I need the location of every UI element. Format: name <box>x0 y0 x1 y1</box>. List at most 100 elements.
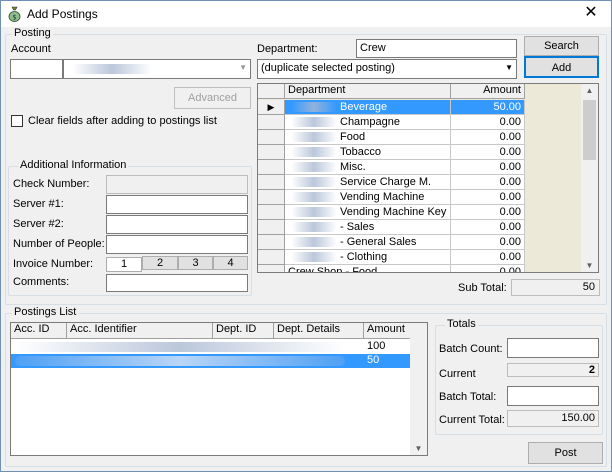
department-label: Department: <box>257 43 318 55</box>
amount-cell[interactable]: 0.00 <box>451 145 525 160</box>
account-select[interactable]: ▼ <box>63 59 251 79</box>
dept-cell[interactable]: Misc. <box>285 160 451 175</box>
scroll-up-icon[interactable]: ▲ <box>581 86 598 95</box>
row-indicator[interactable] <box>258 235 285 250</box>
amount-cell[interactable]: 50.00 <box>451 100 525 115</box>
department-field[interactable]: Crew <box>356 39 517 58</box>
dept-cell[interactable]: - Clothing <box>285 250 451 265</box>
redacted-prefix <box>291 237 337 247</box>
chevron-down-icon[interactable]: ▼ <box>505 63 513 72</box>
col-acc-id[interactable]: Acc. ID <box>11 323 67 339</box>
totals-label: Totals <box>445 318 478 330</box>
account-id-field[interactable] <box>10 59 63 79</box>
close-button[interactable]: ✕ <box>577 3 605 23</box>
row-indicator[interactable] <box>258 250 285 265</box>
invoice-tab-1[interactable]: 1 <box>106 257 142 272</box>
row-indicator[interactable] <box>258 130 285 145</box>
row-indicator[interactable] <box>258 160 285 175</box>
subtotal-label: Sub Total: <box>458 282 507 294</box>
amount-cell[interactable]: 0.00 <box>451 175 525 190</box>
invoice-tab-3[interactable]: 3 <box>178 256 213 270</box>
col-dept-details[interactable]: Dept. Details <box>274 323 364 339</box>
dept-name: Champagne <box>340 116 400 128</box>
dept-cell[interactable]: Beverage <box>285 100 451 115</box>
dept-name: Beverage <box>340 101 388 113</box>
server1-field[interactable] <box>106 195 248 214</box>
comments-field[interactable] <box>106 274 248 292</box>
check-number-label: Check Number: <box>13 178 90 190</box>
dept-cell[interactable]: Crew Shop - Food <box>285 265 451 272</box>
dept-cell[interactable]: Food <box>285 130 451 145</box>
dept-cell[interactable]: - General Sales <box>285 235 451 250</box>
amount-cell[interactable]: 0.00 <box>451 190 525 205</box>
dept-select-value: (duplicate selected posting) <box>261 62 395 74</box>
scroll-down-icon[interactable]: ▼ <box>581 261 598 270</box>
dept-cell[interactable]: Vending Machine <box>285 190 451 205</box>
amount-cell[interactable]: 0.00 <box>451 160 525 175</box>
dept-name: Vending Machine Key <box>340 206 447 218</box>
invoice-tab-2[interactable]: 2 <box>142 256 178 270</box>
dept-cell[interactable]: Champagne <box>285 115 451 130</box>
title-bar: $ Add Postings ✕ <box>1 1 611 27</box>
amount-cell[interactable]: 0.00 <box>451 115 525 130</box>
posting-row[interactable]: 50 <box>11 354 411 368</box>
row-indicator[interactable] <box>258 190 285 205</box>
advanced-button[interactable]: Advanced <box>174 87 251 109</box>
search-button[interactable]: Search <box>524 36 599 56</box>
redacted-prefix <box>291 132 337 142</box>
row-indicator[interactable] <box>258 145 285 160</box>
clear-fields-checkbox[interactable] <box>11 115 23 127</box>
check-number-field[interactable] <box>106 175 248 194</box>
invoice-tab-4[interactable]: 4 <box>213 256 248 270</box>
redacted-prefix <box>291 147 337 157</box>
amount-cell[interactable]: 0.00 <box>451 130 525 145</box>
people-field[interactable] <box>106 235 248 254</box>
window-title: Add Postings <box>27 7 98 21</box>
grid-scrollbar[interactable]: ▲ ▼ <box>581 84 598 272</box>
subtotal-value: 50 <box>582 281 595 293</box>
dept-cell[interactable]: Vending Machine Key <box>285 205 451 220</box>
row-indicator[interactable] <box>258 175 285 190</box>
dept-cell[interactable]: Service Charge M. <box>285 175 451 190</box>
add-button[interactable]: Add <box>524 56 599 78</box>
redacted-account <box>72 64 152 74</box>
row-indicator[interactable] <box>258 115 285 130</box>
current-count-value: 2 <box>588 364 595 376</box>
postings-scrollbar[interactable]: ▼ <box>410 323 427 455</box>
amount-cell[interactable]: 0.00 <box>451 205 525 220</box>
svg-text:$: $ <box>12 14 16 22</box>
department-value: Crew <box>360 42 386 54</box>
amount-cell[interactable]: 0.00 <box>451 250 525 265</box>
row-indicator[interactable] <box>258 220 285 235</box>
row-indicator[interactable] <box>258 265 285 272</box>
comments-label: Comments: <box>13 276 70 288</box>
redacted-prefix <box>291 207 337 217</box>
amount-cell[interactable]: 0.00 <box>451 235 525 250</box>
row-indicator[interactable]: ▶ <box>258 100 285 115</box>
account-label: Account <box>11 43 51 55</box>
col-amount-list[interactable]: Amount <box>364 323 411 339</box>
scroll-down-icon[interactable]: ▼ <box>410 444 427 453</box>
col-acc-identifier[interactable]: Acc. Identifier <box>67 323 213 339</box>
dept-cell[interactable]: - Sales <box>285 220 451 235</box>
scroll-thumb[interactable] <box>583 100 596 160</box>
batch-total-field[interactable] <box>507 386 599 406</box>
redacted-prefix <box>291 102 337 112</box>
post-button[interactable]: Post <box>528 442 603 464</box>
chevron-down-icon[interactable]: ▼ <box>239 63 247 72</box>
batch-count-field[interactable] <box>507 338 599 358</box>
server2-field[interactable] <box>106 215 248 234</box>
dept-select[interactable]: (duplicate selected posting) ▼ <box>257 59 517 79</box>
posting-row[interactable]: 100 <box>11 340 411 354</box>
col-amount[interactable]: Amount <box>451 84 525 99</box>
redacted-prefix <box>291 117 337 127</box>
amount-cell[interactable]: 0.00 <box>451 220 525 235</box>
dept-cell[interactable]: Tobacco <box>285 145 451 160</box>
people-label: Number of People: <box>13 238 105 250</box>
col-department[interactable]: Department <box>285 84 451 99</box>
col-dept-id[interactable]: Dept. ID <box>213 323 274 339</box>
row-indicator[interactable] <box>258 205 285 220</box>
server1-label: Server #1: <box>13 198 64 210</box>
amount-cell[interactable]: 0.00 <box>451 265 525 272</box>
invoice-label: Invoice Number: <box>13 258 94 270</box>
